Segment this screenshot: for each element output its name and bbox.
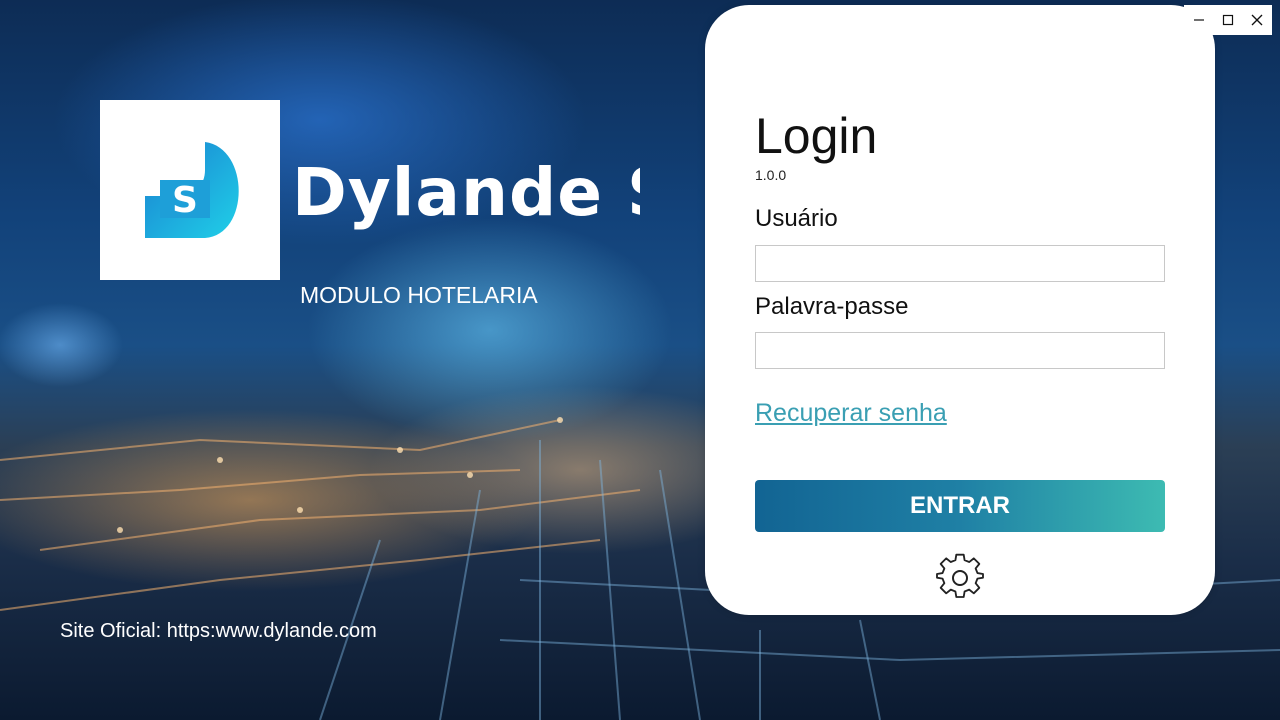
login-window: S Dylande Software MODULO HOTELARIA Site…	[0, 0, 1280, 720]
minimize-icon	[1193, 19, 1204, 21]
username-input[interactable]	[755, 245, 1165, 282]
module-title: MODULO HOTELARIA	[300, 282, 538, 308]
login-button[interactable]: ENTRAR	[755, 480, 1165, 532]
official-site-text: Site Oficial: https:www.dylande.com	[60, 620, 377, 642]
username-label: Usuário	[755, 205, 838, 232]
login-card: Login 1.0.0 Usuário Palavra-passe Recupe…	[705, 5, 1215, 615]
close-icon	[1251, 14, 1262, 26]
brand-name-container: Dylande Software	[292, 148, 640, 238]
maximize-icon	[1222, 14, 1233, 26]
recover-password-link[interactable]: Recuperar senha	[755, 399, 947, 428]
version-label: 1.0.0	[755, 167, 787, 183]
password-label: Palavra-passe	[755, 293, 909, 320]
password-input[interactable]	[755, 332, 1165, 369]
company-logo: S	[100, 100, 280, 280]
brand-name: Dylande Software	[292, 154, 640, 231]
settings-button[interactable]	[935, 553, 985, 603]
logo-mark-icon: S	[145, 142, 239, 238]
gear-icon	[936, 553, 984, 598]
logo-letter: S	[172, 180, 198, 221]
login-title: Login	[755, 108, 878, 164]
minimize-button[interactable]	[1184, 5, 1213, 35]
maximize-button[interactable]	[1213, 5, 1242, 35]
close-button[interactable]	[1242, 5, 1271, 35]
window-controls	[1184, 5, 1272, 35]
